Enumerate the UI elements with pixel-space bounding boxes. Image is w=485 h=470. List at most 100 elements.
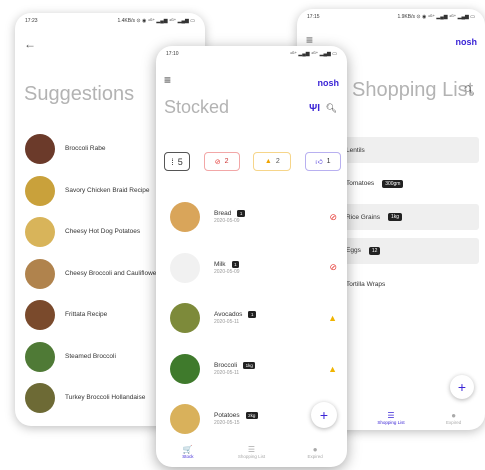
food-thumbnail bbox=[170, 202, 200, 233]
total-items-chip[interactable]: ⁞ 5 bbox=[164, 152, 190, 171]
list-icon: ☰ bbox=[247, 445, 256, 454]
expiry-date: 2020-05-15 bbox=[214, 420, 240, 427]
food-thumbnail bbox=[170, 404, 200, 435]
quantity-badge: 1 bbox=[237, 210, 245, 218]
suggestion-label: Cheesy Hot Dog Potatoes bbox=[65, 228, 141, 236]
expiry-date: 2020-05-11 bbox=[214, 319, 240, 326]
total-count: 5 bbox=[177, 156, 183, 167]
cart-icon: 🛒 bbox=[182, 445, 193, 454]
stock-item-text: Broccoli 1kg 2020-05-11 bbox=[214, 361, 256, 376]
shopping-item-name: Rice Grains bbox=[346, 213, 380, 221]
clock-icon: ● bbox=[312, 445, 318, 454]
app-logo: nosh bbox=[455, 37, 478, 47]
status-bar: 17:15 1.9KB/s ⊙ ◉ ⁴ᴳ⁺ ▂▄▆ ⁴ᴳ⁺ ▂▄▆ ▭ bbox=[297, 9, 485, 25]
hamburger-menu-icon[interactable]: ≡ bbox=[164, 73, 171, 87]
suggestion-label: Cheesy Broccoli and Cauliflower bbox=[65, 269, 159, 277]
stock-name-row: Potatoes 2kg bbox=[214, 412, 258, 420]
nav-item-shopping-list[interactable]: ☰ Shopping List bbox=[220, 439, 284, 465]
add-item-button[interactable]: + bbox=[450, 375, 474, 399]
shopping-list-item[interactable]: Lentils bbox=[329, 137, 479, 163]
suggestion-label: Broccoli Rabe bbox=[65, 145, 106, 153]
filter-chips: ⁞ 5 ⊘ 2 ▲ 2 👍︎ 1 bbox=[164, 152, 341, 171]
status-icons: 1.4KB/s ⊙ ◉ ⁴ᴳ⁺ ▂▄▆ ⁴ᴳ⁺ ▂▄▆ ▭ bbox=[117, 18, 195, 24]
stock-item-text: Potatoes 2kg 2020-05-15 bbox=[214, 412, 258, 426]
stock-item-name: Milk bbox=[214, 260, 226, 268]
stock-name-row: Avocados 1 bbox=[214, 311, 256, 319]
expiring-filter-chip[interactable]: ▲ 2 bbox=[253, 152, 292, 171]
food-thumbnail bbox=[170, 353, 200, 384]
expired-count: 2 bbox=[224, 158, 229, 165]
recipe-thumbnail bbox=[25, 175, 55, 206]
list-icon: ☰ bbox=[387, 410, 395, 420]
add-item-button[interactable]: + bbox=[311, 402, 337, 428]
shopping-item-name: Tomatoes bbox=[346, 180, 375, 187]
expired-filter-chip[interactable]: ⊘ 2 bbox=[203, 152, 240, 171]
search-icon[interactable]: 🔍︎ bbox=[326, 103, 337, 114]
shopping-item-name: Eggs bbox=[346, 247, 361, 254]
nav-label: Shopping List bbox=[237, 454, 266, 459]
hamburger-menu-icon[interactable]: ≡ bbox=[306, 33, 313, 47]
suggestion-label: Steamed Broccoli bbox=[65, 352, 116, 360]
page-title: Shopping List bbox=[352, 79, 474, 101]
nav-item-stock[interactable]: 🛒Stock bbox=[156, 439, 220, 465]
quantity-badge: 300gm bbox=[382, 179, 404, 188]
stock-item-name: Avocados bbox=[214, 311, 243, 319]
app-logo: nosh bbox=[317, 78, 340, 88]
liked-filter-chip[interactable]: 👍︎ 1 bbox=[304, 152, 341, 171]
stock-item[interactable]: Broccoli 1kg 2020-05-11 ▲ bbox=[164, 344, 339, 395]
nav-item-expired[interactable]: ● Expired bbox=[283, 439, 347, 465]
shopping-list: Lentils Tomatoes 300gm Rice Grains 1kg Eggs 12… bbox=[329, 137, 479, 305]
status-icons: ⁴ᴳ⁺ ▂▄▆ ⁴ᴳ⁺ ▂▄▆ ▭ bbox=[289, 51, 337, 57]
suggestion-label: Frittata Recipe bbox=[65, 311, 108, 319]
shopping-list-item[interactable]: Tortilla Wraps bbox=[329, 271, 479, 297]
stock-item[interactable]: Bread 1 2020-05-09 ⊘ bbox=[164, 192, 339, 243]
fork-knife-icon[interactable]: ΨΙ bbox=[309, 103, 320, 114]
status-time: 17:15 bbox=[307, 14, 320, 20]
shopping-item-name: Tortilla Wraps bbox=[346, 280, 386, 288]
expiring-warning-icon: ▲ bbox=[328, 313, 337, 324]
quantity-badge: 2kg bbox=[245, 412, 258, 420]
expiry-date: 2020-05-11 bbox=[214, 369, 240, 376]
stock-item-name: Bread bbox=[214, 210, 232, 218]
nav-item-expired[interactable]: ● Expired bbox=[422, 405, 485, 430]
stocked-screen: 17:10 ⁴ᴳ⁺ ▂▄▆ ⁴ᴳ⁺ ▂▄▆ ▭ ≡ nosh Stocked Ψ… bbox=[156, 46, 347, 467]
status-icons: 1.9KB/s ⊙ ◉ ⁴ᴳ⁺ ▂▄▆ ⁴ᴳ⁺ ▂▄▆ ▭ bbox=[397, 14, 475, 20]
quantity-badge: 1 bbox=[248, 311, 256, 319]
expiry-date: 2020-05-09 bbox=[214, 218, 240, 225]
shopping-list-item[interactable]: Rice Grains 1kg bbox=[329, 204, 479, 230]
page-title: Stocked bbox=[164, 97, 230, 117]
shopping-list-item[interactable]: Eggs 12 bbox=[329, 237, 479, 264]
shopping-item-name: Lentils bbox=[346, 146, 365, 154]
suggestion-label: Turkey Broccoli Hollandaise bbox=[65, 394, 146, 402]
liked-count: 1 bbox=[326, 158, 331, 165]
expiry-date: 2020-05-09 bbox=[214, 268, 240, 275]
expired-alert-icon: ⊘ bbox=[329, 211, 337, 222]
stock-item-name: Potatoes bbox=[214, 412, 240, 420]
status-time: 17:10 bbox=[166, 51, 179, 57]
recipe-thumbnail bbox=[25, 341, 55, 372]
recipe-thumbnail bbox=[25, 258, 55, 289]
expiring-warning-icon: ▲ bbox=[328, 363, 337, 374]
shopping-list-item[interactable]: Tomatoes 300gm bbox=[329, 171, 479, 197]
food-thumbnail bbox=[170, 252, 200, 283]
nav-label: Expired bbox=[307, 454, 323, 459]
recipe-thumbnail bbox=[25, 383, 55, 414]
recipe-thumbnail bbox=[25, 134, 55, 165]
stock-item-text: Milk 1 2020-05-09 bbox=[214, 260, 240, 275]
expired-alert-icon: ⊘ bbox=[329, 262, 337, 273]
search-icon[interactable]: 🔍︎ bbox=[464, 85, 475, 96]
stock-item-text: Avocados 1 2020-05-11 bbox=[214, 311, 256, 325]
bottom-navigation: 🛒Stock☰Shopping List●Expired bbox=[156, 439, 347, 465]
expiring-count: 2 bbox=[275, 158, 280, 165]
food-thumbnail bbox=[170, 303, 200, 334]
arrow-left-icon[interactable]: ← bbox=[24, 37, 36, 51]
quantity-badge: 1 bbox=[231, 260, 240, 268]
nav-label: Expired bbox=[446, 419, 462, 425]
stock-item[interactable]: Avocados 1 2020-05-11 ▲ bbox=[164, 293, 339, 344]
stock-item-name: Broccoli bbox=[214, 361, 238, 369]
stock-name-row: Bread 1 bbox=[214, 210, 245, 218]
recipe-thumbnail bbox=[25, 217, 55, 248]
stock-item[interactable]: Milk 1 2020-05-09 ⊘ bbox=[164, 243, 339, 294]
nav-item-shopping-list[interactable]: ☰ Shopping List bbox=[360, 405, 423, 430]
status-bar: 17:23 1.4KB/s ⊙ ◉ ⁴ᴳ⁺ ▂▄▆ ⁴ᴳ⁺ ▂▄▆ ▭ bbox=[15, 13, 205, 29]
